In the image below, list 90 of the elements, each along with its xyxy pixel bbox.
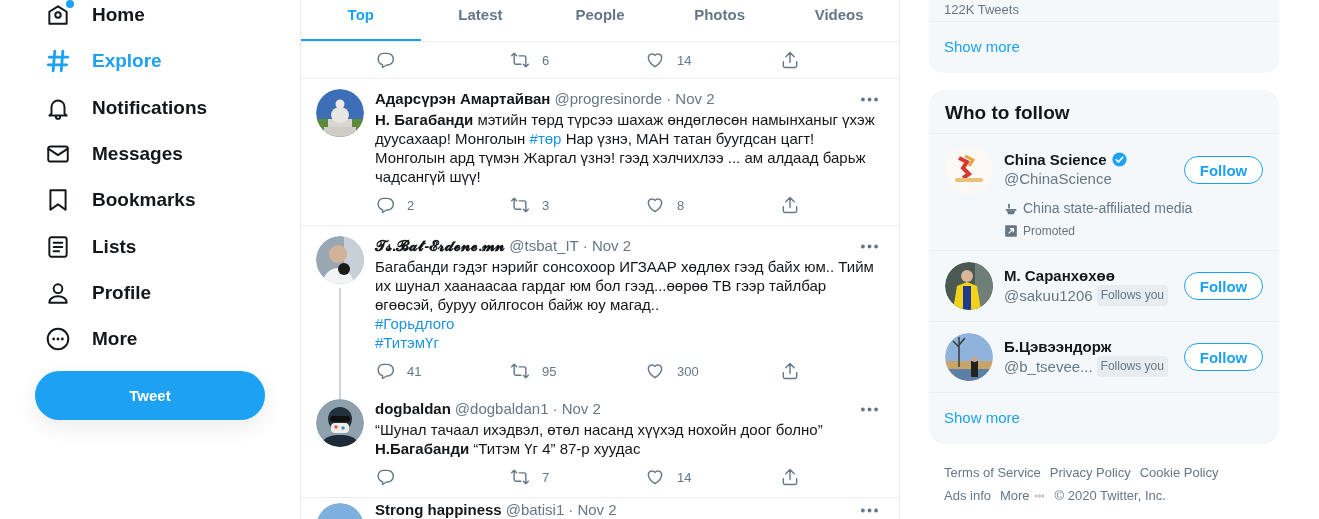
more-icon (45, 326, 71, 353)
footer-link[interactable]: Privacy Policy (1049, 461, 1131, 484)
tweet-count: 122K Tweets (943, 1, 1020, 19)
hashtag-link[interactable]: #Горьдлого (375, 315, 455, 332)
heart-icon[interactable] (645, 50, 665, 70)
tab[interactable]: Photos (659, 0, 780, 41)
author-name[interactable]: Адарсүрэн Амартайван (375, 89, 551, 109)
retweet-count: 95 (542, 363, 557, 379)
retweet-icon[interactable] (510, 50, 530, 70)
tweet-text: Н. Багабанди мэтийн төрд түрсээ шахаж өндөглөсөн намынханыг үхэж дуусахаар! Монголын #төр Нар үзнэ, МАН татан буугдсан цагт! Монголын ард түмэн Жаргал үзнэ! гээд хэлчихлээ ... ам алдаад барьж чадсангүй шүү! (375, 110, 876, 186)
author-handle[interactable]: @progresinorde (554, 89, 663, 109)
tweet-text: “Шунал тачаал ихэдвэл, өтөл насанд хүүхэд нохойн доог болно” Н.Багабанди “Титэм Үг 4” 87-р хуудас (375, 420, 824, 458)
tweet-text: Багабанди гэдэг нэрийг сонсохоор ИГЗААР хөдлөх гээд байх юм.. Тийм их шунал хаанаасаа гардаг юм бол гээд...өөрөө ТВ гээр тайлбар өгөөсэй, буруу ойлгосон байж юу магад.. #Горьдлого #ТитэмҮг (375, 257, 875, 352)
show-more-link[interactable]: Show more (929, 392, 1279, 444)
more-icon (861, 96, 878, 102)
reply-icon[interactable] (375, 50, 395, 70)
nav-item[interactable]: Bookmarks (35, 177, 300, 224)
author-handle[interactable]: @batisi1 (505, 503, 565, 517)
heart-icon[interactable] (645, 467, 665, 487)
footer-link[interactable]: Terms of Service (944, 461, 1041, 484)
tweet-button[interactable]: Tweet (35, 371, 265, 421)
hashtag-link[interactable]: #ТитэмҮг (375, 334, 439, 351)
reply-icon[interactable] (375, 195, 395, 215)
nav-item[interactable]: Explore (35, 38, 300, 85)
reply-count: 41 (407, 363, 422, 379)
hashtag-icon (45, 48, 71, 75)
show-more-link[interactable]: Show more (929, 21, 1279, 73)
list-icon (45, 233, 71, 260)
retweet-count: 6 (542, 52, 550, 68)
account-handle[interactable]: @ChinaScience (1004, 169, 1112, 188)
account-name[interactable]: Б.Цэвээндорж (1004, 337, 1112, 356)
account-handle[interactable]: @b_tsevee... (1004, 357, 1093, 376)
tweet-time[interactable]: · Nov 2 (582, 236, 632, 256)
reply-icon[interactable] (375, 361, 395, 381)
podium-icon (1004, 201, 1018, 216)
follow-button[interactable]: Follow (1184, 272, 1263, 300)
tab[interactable]: Top (301, 0, 421, 41)
nav-item[interactable]: Messages (35, 130, 300, 178)
account-name[interactable]: China Science (1004, 150, 1107, 169)
nav-item[interactable]: Notifications (35, 84, 300, 131)
follow-button[interactable]: Follow (1184, 343, 1263, 371)
follows-you-label: Follows you (1096, 356, 1168, 377)
tab[interactable]: People (540, 0, 660, 41)
retweet-count: 3 (542, 197, 550, 213)
more-icon (861, 507, 878, 513)
like-count: 300 (677, 363, 699, 379)
hashtag-link[interactable]: #төр (529, 130, 562, 147)
author-name[interactable]: Strong happiness (375, 503, 502, 517)
tweet-time[interactable]: · Nov 2 (552, 399, 601, 419)
reply-icon[interactable] (375, 467, 395, 487)
author-handle[interactable]: @dogbaldan1 (454, 399, 549, 419)
like-count: 8 (677, 197, 685, 213)
nav-item[interactable]: Profile (35, 269, 300, 317)
retweet-icon[interactable] (510, 195, 530, 215)
author-name[interactable]: dogbaldan (375, 399, 451, 419)
tab[interactable]: Latest (420, 0, 541, 41)
account-name[interactable]: М. Саранхөхөө (1004, 266, 1115, 285)
reply-count: 2 (407, 197, 415, 213)
author-name[interactable]: 𝓣𝓼.𝓑𝓪𝓽-𝓔𝓻𝓭𝓮𝓷𝓮.𝓶𝓷 (375, 236, 506, 256)
retweet-icon[interactable] (510, 467, 530, 487)
tweet-time[interactable]: · Nov 2 (568, 503, 617, 517)
more-icon (861, 243, 878, 249)
author-handle[interactable]: @tsbat_IT (509, 236, 579, 256)
follows-you-label: Follows you (1096, 285, 1168, 306)
like-count: 14 (677, 52, 692, 68)
affiliation-label: China state-affiliated media (1023, 200, 1193, 217)
copyright: © 2020 Twitter, Inc. (1054, 487, 1166, 505)
share-icon[interactable] (780, 50, 800, 70)
promoted-icon (1004, 224, 1018, 238)
footer-link[interactable]: More (1000, 484, 1046, 507)
share-icon[interactable] (780, 195, 800, 215)
nav-item[interactable]: More (35, 316, 300, 363)
more-icon (861, 406, 878, 412)
retweet-count: 7 (542, 469, 550, 485)
footer-link[interactable]: Cookie Policy (1139, 461, 1219, 484)
tab[interactable]: Videos (779, 0, 899, 41)
heart-icon[interactable] (645, 195, 665, 215)
promoted-label: Promoted (1023, 223, 1076, 239)
retweet-icon[interactable] (510, 361, 530, 381)
share-icon[interactable] (780, 467, 800, 487)
footer-link[interactable]: Ads info (944, 484, 991, 507)
heart-icon[interactable] (645, 361, 665, 381)
follow-button[interactable]: Follow (1184, 156, 1263, 184)
nav-item[interactable]: Home (35, 0, 300, 39)
share-icon[interactable] (780, 361, 800, 381)
nav-item[interactable]: Lists (35, 223, 300, 270)
like-count: 14 (677, 469, 692, 485)
account-handle[interactable]: @sakuu1206 (1004, 286, 1093, 305)
card-title: Who to follow (944, 101, 1071, 125)
tweet-time[interactable]: · Nov 2 (666, 89, 715, 109)
